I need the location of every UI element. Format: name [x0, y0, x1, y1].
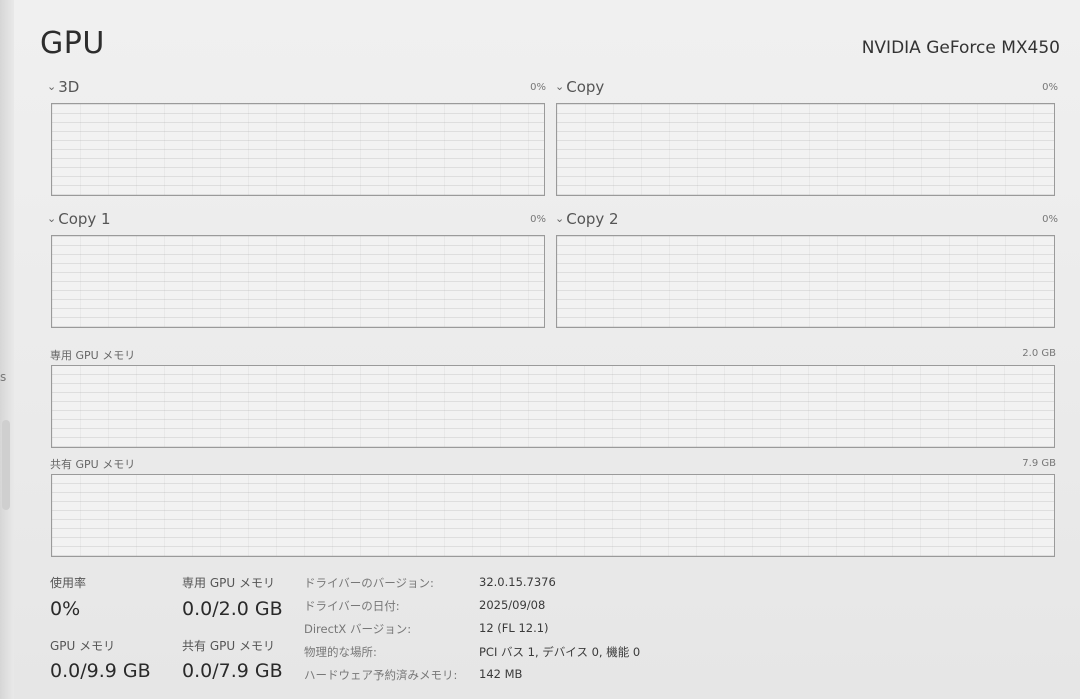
chevron-down-icon: ⌄	[47, 80, 57, 93]
driver-version-value: 32.0.15.7376	[479, 575, 556, 589]
physical-location-label: 物理的な場所:	[304, 645, 377, 659]
shared-memory-max: 7.9 GB	[1022, 458, 1056, 469]
driver-date-label: ドライバーの日付:	[304, 599, 400, 613]
engine-selector-copy[interactable]: ⌄ Copy	[555, 78, 604, 96]
shared-memory-stat-value: 0.0/7.9 GB	[182, 660, 283, 682]
engine-utilization-copy-1: 0%	[530, 214, 546, 225]
left-sidebar-edge: s	[0, 0, 14, 699]
gpu-memory-value: 0.0/9.9 GB	[50, 660, 151, 682]
shared-memory-graph-label: 共有 GPU メモリ	[50, 458, 136, 471]
directx-version-value: 12 (FL 12.1)	[479, 621, 549, 635]
engine-utilization-copy-2: 0%	[1042, 214, 1058, 225]
shared-memory-stat-label: 共有 GPU メモリ	[182, 639, 275, 653]
page-title: GPU	[40, 26, 105, 61]
engine-selector-copy-2[interactable]: ⌄ Copy 2	[555, 210, 619, 228]
engine-utilization-3d: 0%	[530, 82, 546, 93]
chevron-down-icon: ⌄	[555, 212, 565, 225]
chevron-down-icon: ⌄	[555, 80, 565, 93]
driver-date-value: 2025/09/08	[479, 598, 546, 612]
reserved-memory-value: 142 MB	[479, 667, 523, 681]
engine-label: Copy 1	[58, 210, 111, 228]
dedicated-memory-stat-label: 専用 GPU メモリ	[182, 576, 275, 590]
engine-graph-3d	[51, 103, 545, 196]
gpu-performance-page: s GPU NVIDIA GeForce MX450 ⌄ 3D 0% ⌄ Copy …	[0, 0, 1080, 699]
dedicated-memory-max: 2.0 GB	[1022, 348, 1056, 359]
engine-graph-copy	[556, 103, 1055, 196]
engine-selector-3d[interactable]: ⌄ 3D	[47, 78, 79, 96]
scrollbar-thumb[interactable]	[2, 420, 10, 510]
dedicated-memory-graph-label: 専用 GPU メモリ	[50, 349, 136, 362]
engine-graph-copy-1	[51, 235, 545, 328]
gpu-memory-label: GPU メモリ	[50, 639, 116, 653]
utilization-value: 0%	[50, 598, 81, 620]
engine-utilization-copy: 0%	[1042, 82, 1058, 93]
directx-version-label: DirectX バージョン:	[304, 622, 412, 636]
engine-graph-copy-2	[556, 235, 1055, 328]
sidebar-edge-text: s	[0, 370, 7, 384]
dedicated-memory-stat-value: 0.0/2.0 GB	[182, 598, 283, 620]
gpu-model-name: NVIDIA GeForce MX450	[861, 38, 1060, 58]
utilization-label: 使用率	[50, 576, 87, 590]
engine-selector-copy-1[interactable]: ⌄ Copy 1	[47, 210, 111, 228]
driver-version-label: ドライバーのバージョン:	[304, 576, 434, 590]
physical-location-value: PCI バス 1, デバイス 0, 機能 0	[479, 645, 641, 659]
dedicated-memory-graph	[51, 365, 1055, 448]
engine-label: Copy 2	[566, 210, 619, 228]
engine-label: Copy	[566, 78, 605, 96]
reserved-memory-label: ハードウェア予約済みメモリ:	[304, 668, 458, 682]
engine-label: 3D	[58, 78, 80, 96]
chevron-down-icon: ⌄	[47, 212, 57, 225]
shared-memory-graph	[51, 474, 1055, 557]
